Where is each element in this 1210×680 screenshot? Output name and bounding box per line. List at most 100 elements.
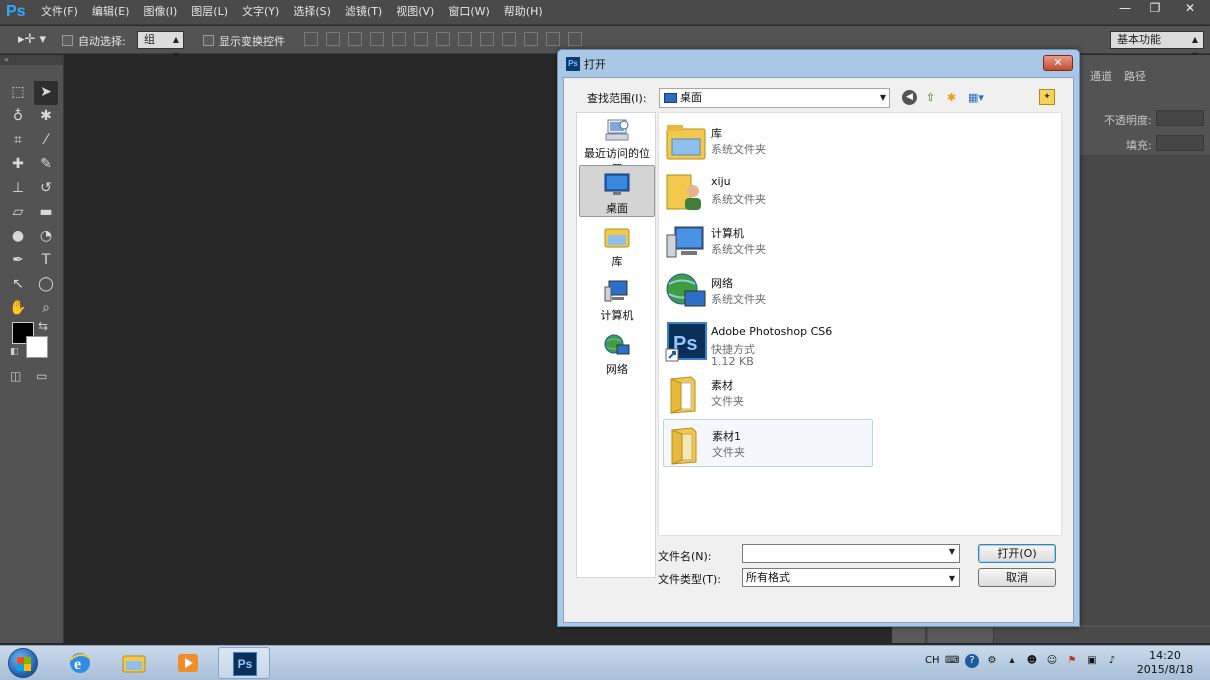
taskbar-app-photoshop[interactable]: Ps [218, 647, 270, 679]
screen-mode-icon[interactable]: ▭ [36, 369, 47, 383]
qq-icon[interactable]: ☻ [1025, 654, 1039, 668]
align-left-icon[interactable] [370, 32, 384, 46]
clock[interactable]: 14:20 2015/8/18 [1130, 649, 1200, 677]
type-tool-icon[interactable]: T [34, 249, 58, 273]
toolbox-collapse-icon[interactable]: « [0, 55, 63, 65]
tab-channels[interactable]: 通道 [1090, 68, 1112, 84]
place-network[interactable]: 网络 [579, 333, 655, 377]
taskbar-app-explorer[interactable] [108, 647, 160, 679]
align-bottom-icon[interactable] [348, 32, 362, 46]
background-color-swatch[interactable] [26, 336, 48, 358]
gradient-tool-icon[interactable]: ▬ [34, 201, 58, 225]
filetype-dropdown[interactable]: 所有格式 ▼ [742, 568, 960, 587]
align-hcenter-icon[interactable] [392, 32, 406, 46]
file-item-library[interactable]: 库 系统文件夹 [663, 117, 873, 165]
fill-input[interactable] [1156, 135, 1204, 151]
up-folder-icon[interactable]: ⇧ [923, 90, 938, 105]
action-center-icon[interactable]: ⚑ [1065, 654, 1079, 668]
menu-view[interactable]: 视图(V) [389, 0, 441, 25]
menu-file[interactable]: 文件(F) [34, 0, 85, 25]
menu-filter[interactable]: 滤镜(T) [338, 0, 389, 25]
distribute-vcenter-icon[interactable] [458, 32, 472, 46]
place-computer[interactable]: 计算机 [579, 279, 655, 323]
distribute-right-icon[interactable] [546, 32, 560, 46]
stamp-tool-icon[interactable]: ⊥ [6, 177, 30, 201]
crop-tool-icon[interactable]: ⌗ [6, 129, 30, 153]
eyedropper-tool-icon[interactable]: ⁄ [34, 129, 58, 153]
new-folder-icon[interactable]: ✱ [944, 90, 959, 105]
blur-tool-icon[interactable]: ● [6, 225, 30, 249]
menu-image[interactable]: 图像(I) [136, 0, 184, 25]
file-item-sucai[interactable]: 素材 文件夹 [663, 369, 873, 417]
close-button[interactable]: ✕ [1170, 0, 1210, 18]
minimize-button[interactable]: — [1110, 0, 1140, 18]
menu-edit[interactable]: 编辑(E) [85, 0, 137, 25]
restore-button[interactable]: ❐ [1140, 0, 1170, 18]
cancel-button[interactable]: 取消 [978, 568, 1056, 587]
look-in-dropdown[interactable]: 桌面 ▼ [659, 88, 890, 108]
auto-select-checkbox[interactable] [62, 35, 73, 46]
lasso-tool-icon[interactable]: ♁ [6, 105, 30, 129]
place-library[interactable]: 库 [579, 225, 655, 269]
menu-select[interactable]: 选择(S) [286, 0, 338, 25]
opacity-input[interactable] [1156, 110, 1204, 126]
keyboard-icon[interactable]: ⌨ [945, 654, 959, 668]
auto-select-dropdown[interactable]: 组 ▲ ▼ [137, 31, 184, 60]
settings-icon[interactable]: ⚙ [985, 654, 999, 668]
show-transform-checkbox[interactable] [203, 35, 214, 46]
swap-colors-icon[interactable]: ⇆ [38, 319, 48, 333]
marquee-tool-icon[interactable]: ⬚ [6, 81, 30, 105]
menu-window[interactable]: 窗口(W) [441, 0, 496, 25]
quick-mask-icon[interactable]: ◫ [10, 369, 21, 383]
hand-tool-icon[interactable]: ✋ [6, 297, 30, 321]
move-tool-icon[interactable]: ➤ [34, 81, 58, 105]
healing-brush-tool-icon[interactable]: ✚ [6, 153, 30, 177]
default-colors-icon[interactable]: ◧ [10, 347, 19, 357]
menu-help[interactable]: 帮助(H) [497, 0, 550, 25]
network-tray-icon[interactable]: ▣ [1085, 654, 1099, 668]
filename-input[interactable]: ▼ [742, 544, 960, 563]
magic-wand-tool-icon[interactable]: ✱ [34, 105, 58, 129]
distribute-top-icon[interactable] [436, 32, 450, 46]
view-menu-icon[interactable]: ▦▾ [965, 90, 987, 105]
align-right-icon[interactable] [414, 32, 428, 46]
start-button[interactable] [8, 648, 38, 678]
workspace-switcher[interactable]: 基本功能 ▲▼ [1110, 31, 1204, 60]
path-selection-tool-icon[interactable]: ↖ [6, 273, 30, 297]
file-item-xiju[interactable]: xiju 系统文件夹 [663, 167, 873, 215]
pen-tool-icon[interactable]: ✒ [6, 249, 30, 273]
align-vcenter-icon[interactable] [326, 32, 340, 46]
tab-paths[interactable]: 路径 [1124, 68, 1146, 84]
ellipse-tool-icon[interactable]: ◯ [34, 273, 58, 297]
auto-align-icon[interactable] [568, 32, 582, 46]
taskbar-app-media-player[interactable] [162, 647, 214, 679]
tray-lang[interactable]: CH [925, 654, 940, 668]
menu-layer[interactable]: 图层(L) [184, 0, 235, 25]
place-recent[interactable]: 最近访问的位置 [579, 117, 655, 176]
zoom-tool-icon[interactable]: ⌕ [34, 297, 58, 321]
qq-icon[interactable]: ☺ [1045, 654, 1059, 668]
file-item-photoshop[interactable]: Ps Adobe Photoshop CS6 快捷方式 1.12 KB [663, 317, 873, 368]
distribute-hcenter-icon[interactable] [524, 32, 538, 46]
file-item-sucai1[interactable]: 素材1 文件夹 [663, 419, 873, 467]
place-desktop[interactable]: 桌面 [579, 165, 655, 217]
volume-icon[interactable]: ♪ [1105, 654, 1119, 668]
open-button[interactable]: 打开(O) [978, 544, 1056, 563]
file-item-network[interactable]: 网络 系统文件夹 [663, 267, 873, 315]
distribute-left-icon[interactable] [502, 32, 516, 46]
chevron-down-icon[interactable]: ▼ [949, 547, 955, 556]
dodge-tool-icon[interactable]: ◔ [34, 225, 58, 249]
align-top-icon[interactable] [304, 32, 318, 46]
history-brush-tool-icon[interactable]: ↺ [34, 177, 58, 201]
dialog-close-button[interactable]: ✕ [1043, 55, 1073, 71]
file-item-computer[interactable]: 计算机 系统文件夹 [663, 217, 873, 265]
tray-expand-icon[interactable]: ▴ [1005, 654, 1019, 668]
help-icon[interactable]: ? [965, 654, 979, 668]
distribute-bottom-icon[interactable] [480, 32, 494, 46]
brush-tool-icon[interactable]: ✎ [34, 153, 58, 177]
back-icon[interactable]: ◀ [902, 90, 917, 105]
extra-options-icon[interactable]: ✦ [1039, 89, 1055, 105]
move-tool-icon[interactable]: ▸✛ ▾ [18, 32, 46, 47]
menu-type[interactable]: 文字(Y) [235, 0, 286, 25]
taskbar-app-ie[interactable]: e [54, 647, 106, 679]
